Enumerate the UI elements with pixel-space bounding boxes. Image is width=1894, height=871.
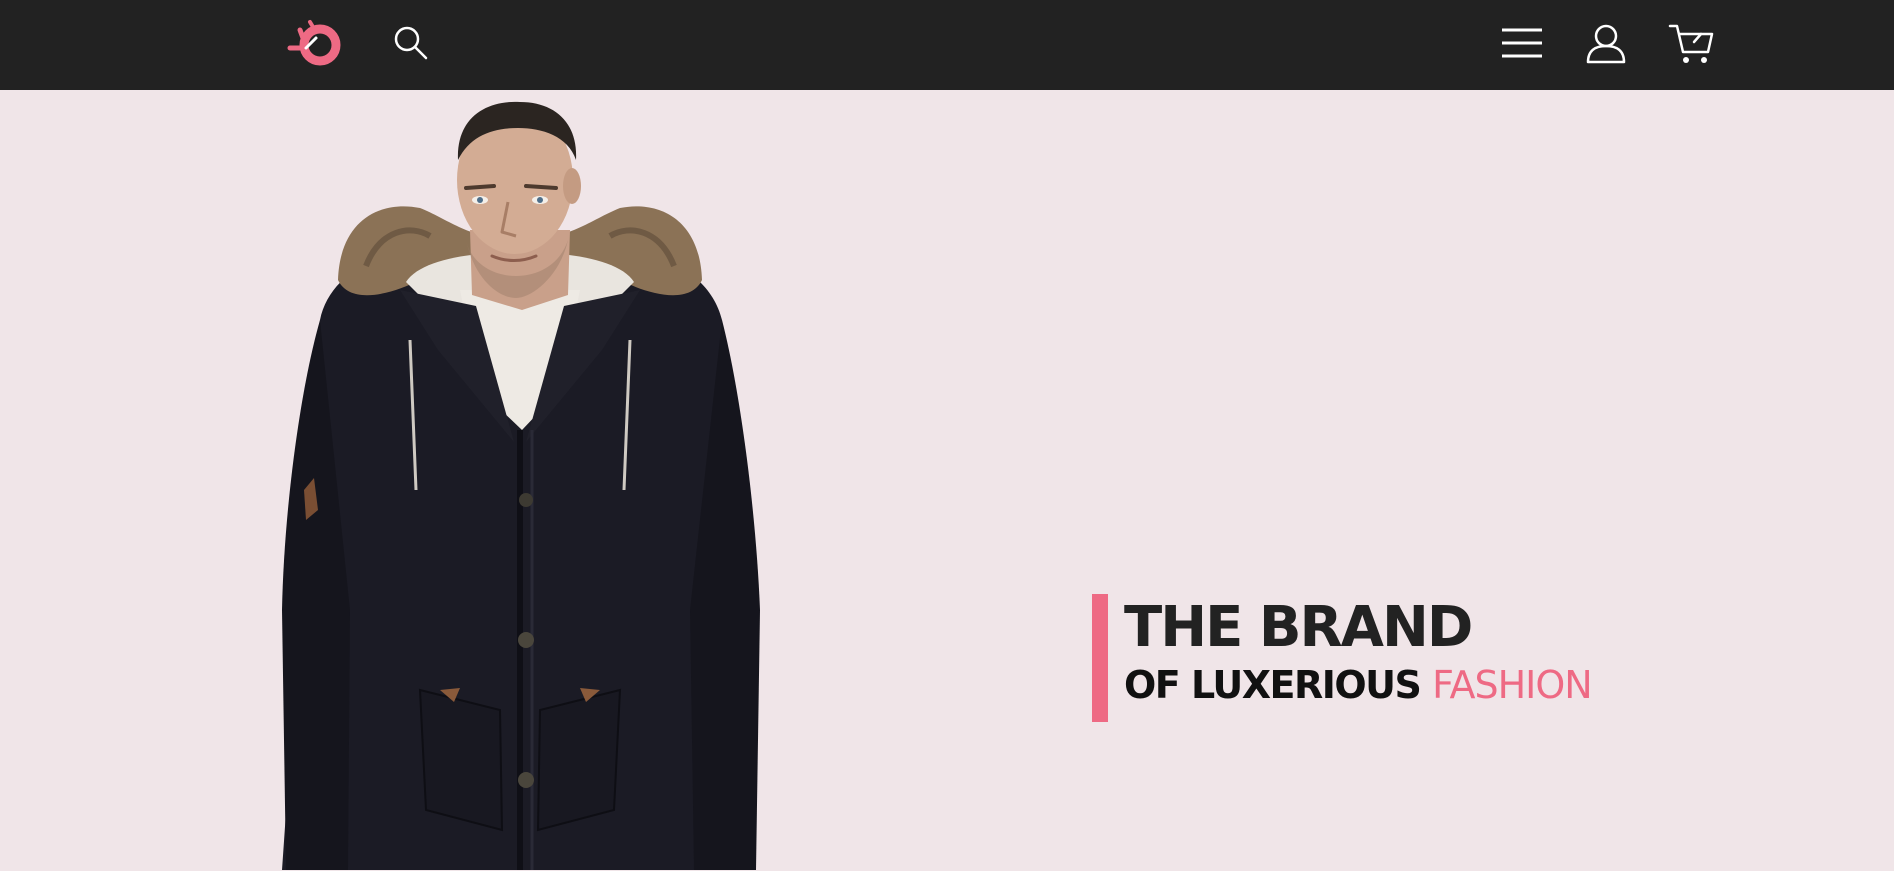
top-navigation-bar xyxy=(0,0,1894,90)
hero-subline-accent: FASHION xyxy=(1432,663,1593,707)
cart-icon[interactable] xyxy=(1668,22,1716,66)
hero-banner: THE BRAND OF LUXERIOUS FASHION xyxy=(0,90,1894,871)
hero-headline: THE BRAND xyxy=(1124,595,1473,660)
user-icon[interactable] xyxy=(1584,22,1628,66)
hamburger-menu-icon[interactable] xyxy=(1500,26,1544,60)
brand-logo-icon[interactable] xyxy=(286,18,346,72)
hero-tagline: THE BRAND OF LUXERIOUS FASHION xyxy=(1092,594,1593,722)
accent-bar xyxy=(1092,594,1108,722)
hero-model-image xyxy=(282,101,760,870)
search-icon[interactable] xyxy=(392,24,430,62)
hero-subline-prefix: OF LUXERIOUS xyxy=(1124,663,1422,707)
hero-subline: OF LUXERIOUS FASHION xyxy=(1124,660,1593,710)
